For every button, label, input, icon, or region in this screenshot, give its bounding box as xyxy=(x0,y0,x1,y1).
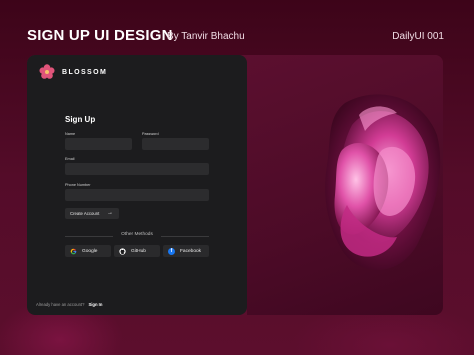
arrow-right-icon: → xyxy=(107,210,113,216)
google-icon xyxy=(70,248,77,255)
signin-link[interactable]: Sign In xyxy=(88,302,102,307)
author-credit: By Tanvir Bhachu xyxy=(167,31,245,42)
blossom-artwork xyxy=(325,94,441,271)
signup-panel: BLOSSOM Sign Up Name Password Email Phon… xyxy=(27,55,247,315)
header: SIGN UP UI DESIGN By Tanvir Bhachu Daily… xyxy=(0,0,474,50)
phone-label: Phone Number xyxy=(65,183,91,187)
flower-icon xyxy=(38,63,56,81)
github-button[interactable]: GitHub xyxy=(114,245,160,257)
google-label: Google xyxy=(82,248,98,254)
daily-ui-tag: DailyUI 001 xyxy=(392,31,444,42)
facebook-button[interactable]: f Facebook xyxy=(163,245,209,257)
github-label: GitHub xyxy=(131,248,146,254)
hero-artwork xyxy=(247,55,443,315)
name-field[interactable] xyxy=(65,138,132,150)
create-account-label: Create Account xyxy=(70,211,100,216)
signup-card: BLOSSOM Sign Up Name Password Email Phon… xyxy=(27,55,443,315)
create-account-button[interactable]: Create Account → xyxy=(65,208,119,219)
password-field[interactable] xyxy=(142,138,209,150)
phone-field[interactable] xyxy=(65,189,209,201)
name-label: Name xyxy=(65,132,76,136)
signin-prompt: Already have an account? Sign In xyxy=(36,302,102,307)
password-label: Password xyxy=(142,132,159,136)
email-label: Email xyxy=(65,157,75,161)
facebook-icon: f xyxy=(168,247,175,255)
facebook-label: Facebook xyxy=(180,248,202,254)
email-field[interactable] xyxy=(65,163,209,175)
form-title: Sign Up xyxy=(65,115,96,124)
brand-name: BLOSSOM xyxy=(62,68,108,76)
google-button[interactable]: Google xyxy=(65,245,111,257)
brand: BLOSSOM xyxy=(38,63,107,81)
other-methods-divider: Other Methods xyxy=(65,232,209,240)
page-title: SIGN UP UI DESIGN xyxy=(27,27,173,44)
github-icon xyxy=(119,247,126,255)
divider-line-right xyxy=(161,236,209,237)
signin-prompt-text: Already have an account? xyxy=(36,302,85,307)
